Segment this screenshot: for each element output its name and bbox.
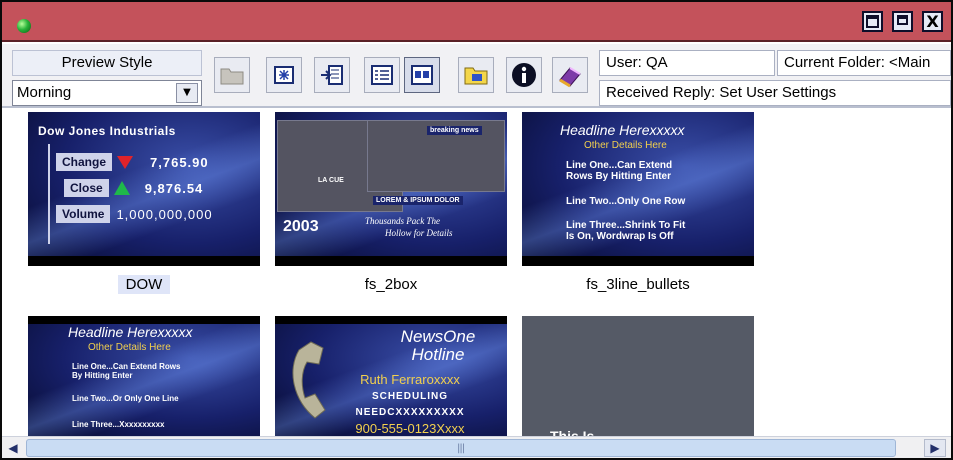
preview-line: Is On, Wordwrap Is Off bbox=[566, 231, 674, 242]
info-button[interactable] bbox=[506, 57, 542, 93]
info-icon bbox=[512, 63, 536, 87]
thumbnail-view-icon bbox=[411, 65, 433, 85]
preview-department: SCHEDULING bbox=[371, 391, 449, 402]
app-status-icon bbox=[17, 19, 31, 33]
preview-style-select[interactable]: Morning bbox=[12, 80, 202, 106]
list-view-button[interactable] bbox=[364, 57, 400, 93]
template-caption-fs-2box[interactable]: fs_2box bbox=[275, 274, 507, 296]
title-bar[interactable]: X bbox=[2, 2, 951, 42]
template-caption-dow[interactable]: DOW bbox=[28, 274, 260, 296]
preview-tag: LOREM & IPSUM DOLOR bbox=[373, 196, 463, 205]
folder-search-icon bbox=[464, 67, 488, 85]
dow-row-volume: Volume 1,000,000,000 bbox=[56, 204, 213, 224]
erase-button[interactable] bbox=[552, 57, 588, 93]
template-thumbnail-bullets-variant[interactable]: Headline Herexxxxx Other Details Here Li… bbox=[28, 316, 260, 436]
dow-row-label: Volume bbox=[56, 205, 111, 223]
preview-line: Line Two...Or Only One Line bbox=[72, 394, 179, 403]
preview-line: Line Two...Only One Row bbox=[566, 196, 686, 207]
template-thumbnail-fs-3line-bullets[interactable]: Headline Herexxxxx Other Details Here Li… bbox=[522, 112, 754, 266]
folder-icon bbox=[220, 68, 244, 85]
scroll-left-icon[interactable]: ◀ bbox=[4, 439, 22, 457]
dow-preview-title: Dow Jones Industrials bbox=[38, 124, 176, 138]
app-window: X Preview Style Morning ▼ User: QA Curre… bbox=[0, 0, 953, 460]
preview-subline: NEEDCXXXXXXXXX bbox=[355, 407, 465, 418]
user-status: User: QA bbox=[599, 50, 775, 76]
preview-line: Line One...Can Extend Rows bbox=[72, 362, 181, 371]
maximize-icon[interactable] bbox=[892, 11, 913, 32]
dow-row-label: Change bbox=[56, 153, 113, 171]
preview-headline: Headline Herexxxxx bbox=[560, 122, 685, 138]
chevron-down-icon[interactable]: ▼ bbox=[176, 83, 198, 103]
template-thumbnail-dow[interactable]: Dow Jones Industrials Change 7,765.90 Cl… bbox=[28, 112, 260, 266]
preview-partial-text: This Is bbox=[550, 428, 595, 436]
dow-row-value: 1,000,000,000 bbox=[116, 206, 213, 222]
preview-person: Ruth Ferraroxxxx bbox=[360, 372, 460, 387]
scrollbar-grip: ||| bbox=[457, 443, 465, 454]
folder-search-button[interactable] bbox=[458, 57, 494, 93]
preview-style-label: Preview Style bbox=[12, 50, 202, 76]
preview-tag: breaking news bbox=[427, 126, 482, 135]
preview-title: NewsOne bbox=[400, 327, 476, 346]
horizontal-scrollbar[interactable]: ◀ ||| ▶ bbox=[2, 436, 951, 458]
template-caption-fs-3line-bullets[interactable]: fs_3line_bullets bbox=[522, 274, 754, 296]
preview-subtitle: Hollow for Details bbox=[385, 228, 453, 238]
preview-subtitle: Thousands Pack The bbox=[365, 216, 440, 226]
dow-row-value: 7,765.90 bbox=[150, 154, 209, 170]
preview-year: 2003 bbox=[283, 218, 319, 235]
dow-row-change: Change 7,765.90 bbox=[56, 152, 209, 172]
scroll-right-icon[interactable]: ▶ bbox=[924, 439, 946, 457]
current-folder-status: Current Folder: <Main bbox=[777, 50, 951, 76]
template-thumbnail-newsone-hotline[interactable]: NewsOne Hotline Ruth Ferraroxxxx SCHEDUL… bbox=[275, 316, 507, 436]
new-folder-button[interactable] bbox=[266, 57, 302, 93]
template-thumbnail-plain[interactable]: This Is bbox=[522, 316, 754, 436]
preview-phone: 900-555-0123Xxxx bbox=[355, 421, 465, 436]
close-icon[interactable]: X bbox=[922, 11, 943, 32]
import-button[interactable] bbox=[314, 57, 350, 93]
new-folder-icon bbox=[274, 66, 294, 84]
erase-icon bbox=[559, 67, 581, 88]
reply-status: Received Reply: Set User Settings bbox=[599, 80, 951, 106]
scrollbar-thumb[interactable]: ||| bbox=[26, 439, 896, 457]
folder-button[interactable] bbox=[214, 57, 250, 93]
preview-details: Other Details Here bbox=[584, 140, 667, 151]
preview-line: Line Three...Shrink To Fit bbox=[566, 220, 686, 231]
list-view-icon bbox=[371, 65, 393, 85]
dow-row-label: Close bbox=[64, 179, 109, 197]
preview-line: By Hitting Enter bbox=[72, 371, 133, 380]
preview-line: Line One...Can Extend bbox=[566, 160, 673, 171]
preview-line: Line Three...Xxxxxxxxxx bbox=[72, 420, 165, 429]
minimize-icon[interactable] bbox=[862, 11, 883, 32]
preview-line: Rows By Hitting Enter bbox=[566, 171, 672, 182]
arrow-up-icon bbox=[113, 181, 130, 195]
dow-row-close: Close 9,876.54 bbox=[64, 178, 203, 198]
import-icon bbox=[321, 65, 343, 85]
template-thumbnail-fs-2box[interactable]: breaking news LA CUE LOREM & IPSUM DOLOR… bbox=[275, 112, 507, 266]
dow-row-value: 9,876.54 bbox=[144, 180, 204, 196]
arrow-down-icon bbox=[117, 156, 134, 169]
preview-details: Other Details Here bbox=[88, 342, 171, 353]
preview-tag: LA CUE bbox=[318, 177, 344, 184]
preview-headline: Headline Herexxxxx bbox=[68, 324, 193, 340]
thumbnail-view-button[interactable] bbox=[404, 57, 440, 93]
template-grid: Dow Jones Industrials Change 7,765.90 Cl… bbox=[2, 110, 951, 436]
preview-title: Hotline bbox=[411, 345, 465, 364]
